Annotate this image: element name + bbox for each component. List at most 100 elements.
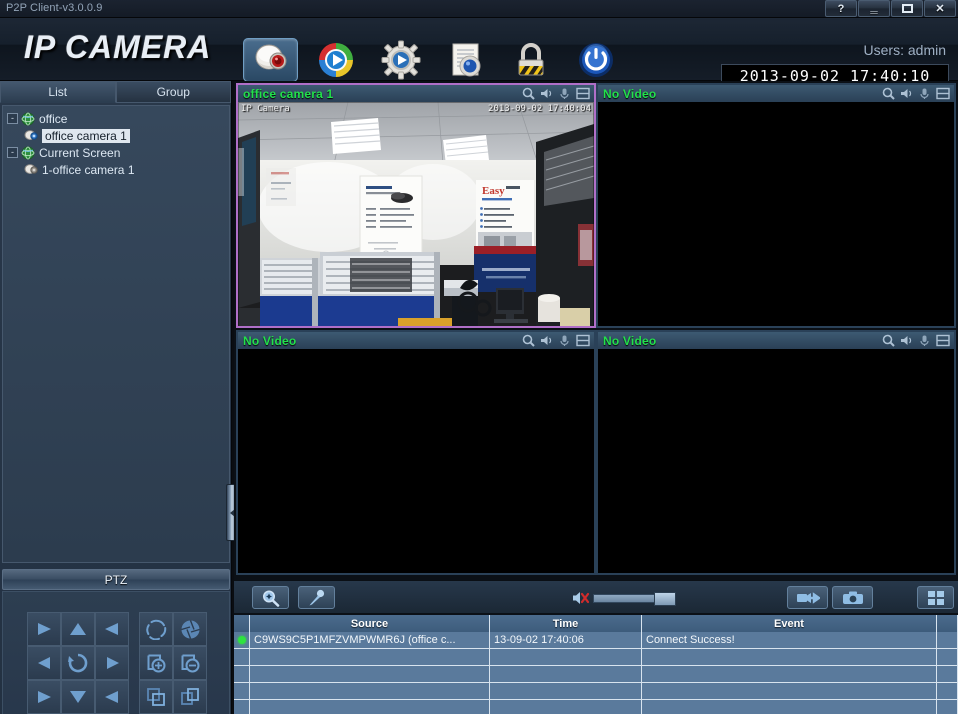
- ptz-section-header[interactable]: PTZ: [2, 569, 230, 590]
- tree-item-current-screen[interactable]: - Current Screen: [5, 144, 227, 161]
- focus-near-button[interactable]: [139, 680, 173, 714]
- video-panel-3-stream[interactable]: [238, 349, 594, 573]
- audio-icon[interactable]: [540, 334, 553, 347]
- row-time-cell: [490, 700, 642, 714]
- expand-toggle-icon[interactable]: -: [7, 113, 18, 124]
- row-time-cell: [490, 666, 642, 683]
- video-grid: office camera 1 IP Camera 2013-09-02 17:…: [234, 81, 958, 580]
- table-row[interactable]: [234, 649, 958, 666]
- talk-button[interactable]: [298, 586, 335, 609]
- column-header-time[interactable]: Time: [490, 615, 642, 632]
- volume-slider-knob[interactable]: [654, 591, 676, 606]
- ptz-down-left-button[interactable]: [27, 680, 61, 714]
- video-panel-3[interactable]: No Video: [236, 330, 596, 575]
- iris-close-icon: [180, 619, 200, 639]
- camera-icon: [24, 129, 38, 140]
- video-panel-1[interactable]: office camera 1 IP Camera 2013-09-02 17:…: [236, 83, 596, 328]
- help-button[interactable]: ?: [825, 0, 857, 17]
- table-row[interactable]: [234, 666, 958, 683]
- row-event-cell: [642, 683, 937, 700]
- minimize-button[interactable]: ‗: [858, 0, 890, 17]
- video-panel-4-stream[interactable]: [598, 349, 954, 573]
- power-button[interactable]: [568, 38, 623, 82]
- iris-open-icon: [145, 619, 166, 640]
- microphone-icon: [309, 589, 324, 605]
- volume-control[interactable]: [572, 590, 676, 606]
- window-titlebar: P2P Client-v3.0.0.9 ? ‗ ✕: [0, 0, 958, 18]
- camera-live-view-button[interactable]: [243, 38, 298, 82]
- ptz-left-button[interactable]: [27, 646, 61, 680]
- svg-text:Easy: Easy: [482, 185, 505, 197]
- record-button[interactable]: [787, 586, 828, 609]
- layout-icon[interactable]: [936, 334, 950, 347]
- row-time-cell: 13-09-02 17:40:06: [490, 632, 642, 649]
- tree-item-office[interactable]: - office: [5, 110, 227, 127]
- tab-list[interactable]: List: [0, 81, 116, 103]
- audio-icon[interactable]: [900, 334, 913, 347]
- snapshot-button[interactable]: [832, 586, 873, 609]
- mic-icon[interactable]: [918, 334, 931, 347]
- digital-zoom-button[interactable]: [252, 586, 289, 609]
- lock-button[interactable]: [503, 38, 558, 82]
- column-header-source[interactable]: Source: [250, 615, 490, 632]
- maximize-button[interactable]: [891, 0, 923, 17]
- ptz-up-left-button[interactable]: [27, 612, 61, 646]
- audio-icon[interactable]: [900, 87, 913, 100]
- layout-icon[interactable]: [576, 334, 590, 347]
- expand-toggle-icon[interactable]: -: [7, 147, 18, 158]
- column-header-extra[interactable]: [937, 615, 958, 632]
- ptz-controls: [2, 591, 230, 714]
- column-header-status[interactable]: [234, 615, 250, 632]
- layout-icon[interactable]: [576, 87, 590, 100]
- tree-item-office-camera-1[interactable]: office camera 1: [5, 127, 227, 144]
- mic-icon[interactable]: [918, 87, 931, 100]
- playback-button[interactable]: [308, 38, 363, 82]
- column-header-event[interactable]: Event: [642, 615, 937, 632]
- zoom-icon[interactable]: [882, 87, 895, 100]
- layout-icon[interactable]: [936, 87, 950, 100]
- ptz-up-right-button[interactable]: [95, 612, 129, 646]
- table-row[interactable]: C9WS9C5P1MFZVMPWMR6J (office c... 13-09-…: [234, 632, 958, 649]
- tree-item-1-office-camera-1[interactable]: 1-office camera 1: [5, 161, 227, 178]
- table-row[interactable]: [234, 683, 958, 700]
- app-title: P2P Client-v3.0.0.9: [6, 2, 103, 14]
- zoom-icon[interactable]: [882, 334, 895, 347]
- tab-group[interactable]: Group: [115, 81, 231, 103]
- row-source-cell: [250, 700, 490, 714]
- ptz-down-right-button[interactable]: [95, 680, 129, 714]
- ptz-down-button[interactable]: [61, 680, 95, 714]
- video-panel-1-stream[interactable]: IP Camera 2013-09-02 17:40:04 Easy: [238, 102, 594, 326]
- ptz-auto-scan-button[interactable]: [61, 646, 95, 680]
- magnifier-icon: [262, 590, 279, 607]
- row-extra-cell: [937, 632, 958, 649]
- focus-far-button[interactable]: [173, 680, 207, 714]
- camera-dome-icon: [255, 44, 286, 70]
- settings-button[interactable]: [373, 38, 428, 82]
- tree-item-label: office: [39, 111, 68, 126]
- volume-slider-track[interactable]: [593, 591, 676, 606]
- close-button[interactable]: ✕: [924, 0, 956, 17]
- audio-icon[interactable]: [540, 87, 553, 100]
- mic-icon[interactable]: [558, 87, 571, 100]
- device-tree[interactable]: - office office camera 1 - Current Scree…: [2, 105, 230, 563]
- row-event-cell: Connect Success!: [642, 632, 937, 649]
- zoom-out-button[interactable]: [173, 646, 207, 680]
- ptz-up-button[interactable]: [61, 612, 95, 646]
- ptz-right-button[interactable]: [95, 646, 129, 680]
- iris-close-button[interactable]: [173, 612, 207, 646]
- table-row[interactable]: [234, 700, 958, 714]
- sidebar-tabs: List Group: [0, 81, 231, 103]
- zoom-icon[interactable]: [522, 87, 535, 100]
- zoom-in-button[interactable]: [139, 646, 173, 680]
- zoom-icon[interactable]: [522, 334, 535, 347]
- mic-icon[interactable]: [558, 334, 571, 347]
- video-panel-4[interactable]: No Video: [596, 330, 956, 575]
- speaker-mute-icon[interactable]: [572, 590, 589, 606]
- sidebar: List Group - office office camera 1 - Cu…: [0, 81, 237, 714]
- split-screen-button[interactable]: [917, 586, 954, 609]
- iris-open-button[interactable]: [139, 612, 173, 646]
- video-panel-2[interactable]: No Video: [596, 83, 956, 328]
- video-panel-2-stream[interactable]: [598, 102, 954, 326]
- logs-button[interactable]: [438, 38, 493, 82]
- video-record-icon: [796, 591, 820, 604]
